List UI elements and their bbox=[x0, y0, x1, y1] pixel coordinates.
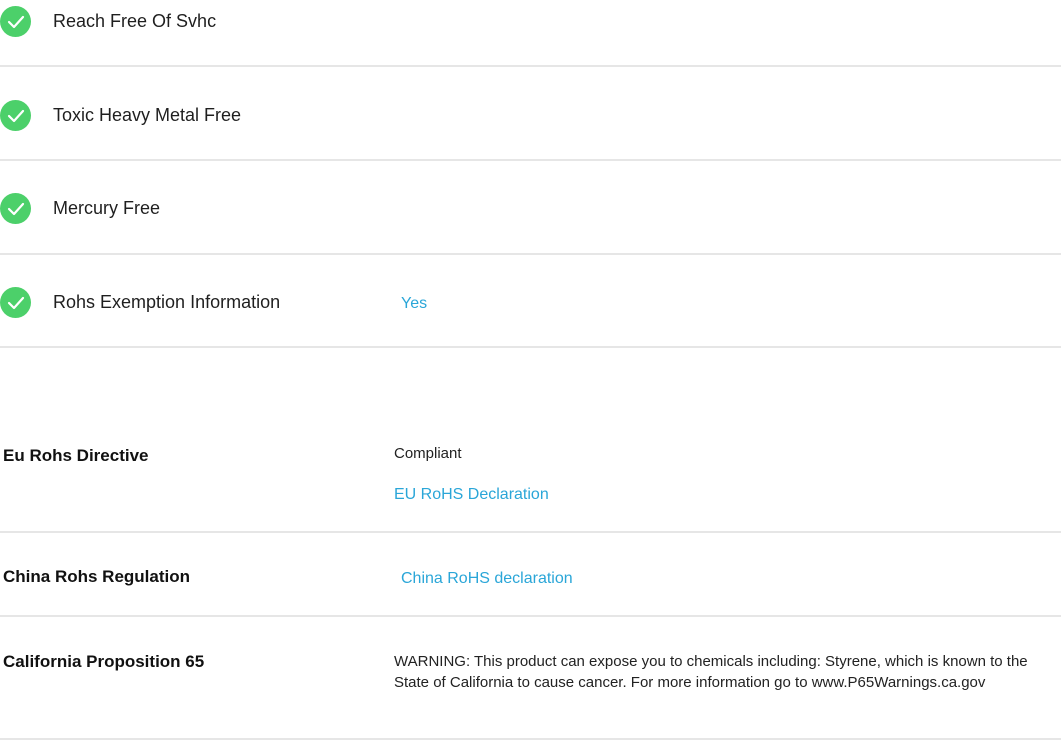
checklist-item-label: Mercury Free bbox=[53, 198, 161, 218]
california-prop65-label: California Proposition 65 bbox=[3, 652, 205, 671]
compliance-page: Reach Free Of Svhc Toxic Heavy Metal Fre… bbox=[0, 0, 1061, 742]
china-rohs-declaration-link[interactable]: China RoHS declaration bbox=[401, 570, 573, 588]
eu-rohs-declaration-link[interactable]: EU RoHS Declaration bbox=[394, 486, 549, 504]
divider bbox=[0, 531, 1061, 533]
check-circle-icon bbox=[0, 193, 31, 224]
divider bbox=[0, 159, 1061, 161]
divider bbox=[0, 65, 1061, 67]
check-circle-icon bbox=[0, 6, 31, 37]
divider bbox=[0, 253, 1061, 255]
divider bbox=[0, 346, 1061, 348]
divider bbox=[0, 738, 1061, 740]
eu-rohs-status: Compliant bbox=[394, 445, 462, 462]
check-circle-icon bbox=[0, 100, 31, 131]
check-circle-icon bbox=[0, 287, 31, 318]
checklist-item: Rohs Exemption Information Yes bbox=[0, 283, 1061, 327]
checklist-item: Mercury Free bbox=[0, 189, 1061, 233]
divider bbox=[0, 615, 1061, 617]
china-rohs-label: China Rohs Regulation bbox=[3, 567, 190, 586]
rohs-exemption-link[interactable]: Yes bbox=[401, 295, 427, 313]
checklist-item-label: Reach Free Of Svhc bbox=[53, 11, 217, 31]
checklist-item-label: Rohs Exemption Information bbox=[53, 292, 281, 312]
checklist-item: Reach Free Of Svhc bbox=[0, 2, 1061, 46]
prop65-warning-text: WARNING: This product can expose you to … bbox=[394, 653, 1028, 691]
checklist-item: Toxic Heavy Metal Free bbox=[0, 96, 1061, 140]
eu-rohs-label: Eu Rohs Directive bbox=[3, 446, 149, 465]
checklist-item-label: Toxic Heavy Metal Free bbox=[53, 105, 242, 125]
